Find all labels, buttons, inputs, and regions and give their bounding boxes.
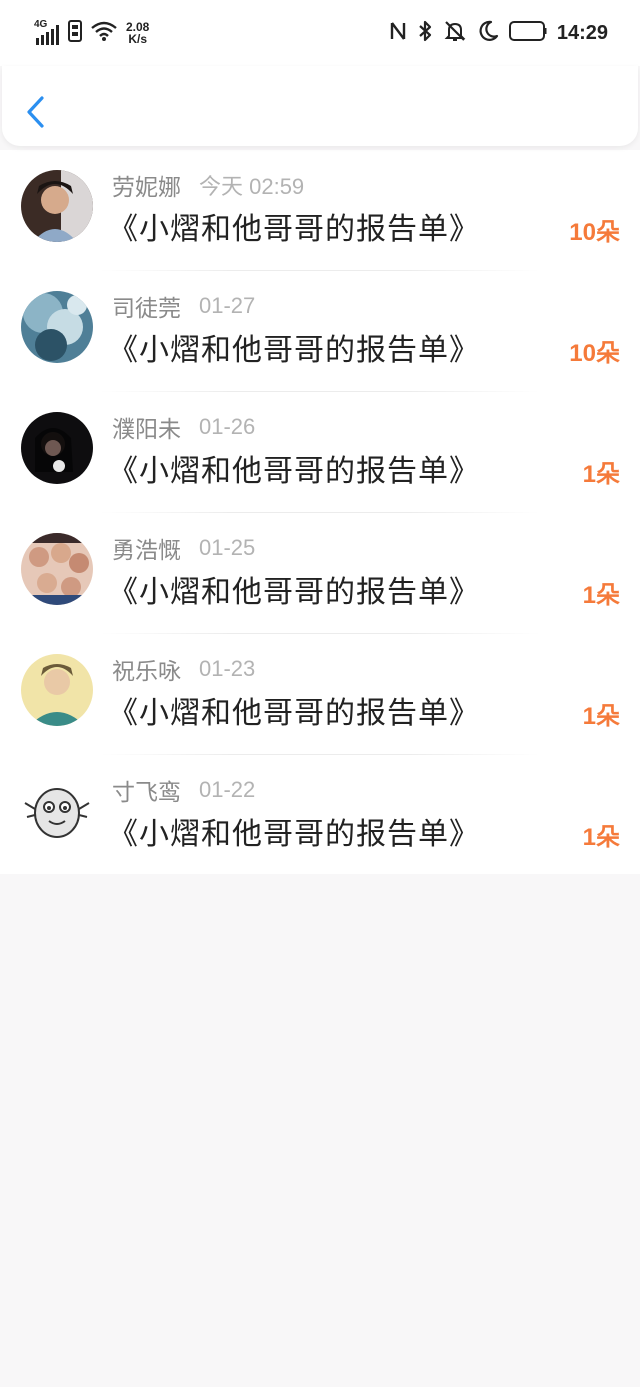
clock: 14:29 bbox=[556, 21, 608, 44]
flower-count: 1朵 bbox=[582, 461, 620, 488]
sender-name: 濮阳未 bbox=[112, 417, 181, 443]
book-title[interactable]: 《小熠和他哥哥的报告单》 bbox=[108, 688, 480, 732]
signal-icon: 4G bbox=[34, 20, 60, 46]
net-speed-unit: K/s bbox=[128, 32, 148, 46]
item-meta: 勇浩慨 01-25 bbox=[112, 532, 255, 564]
list-item[interactable]: 勇浩慨 01-25 《小熠和他哥哥的报告单》 1朵 bbox=[0, 513, 640, 634]
gift-list: 劳妮娜 今天 02:59 《小熠和他哥哥的报告单》 10朵 司徒莞 01-27 … bbox=[0, 150, 640, 874]
avatar[interactable] bbox=[21, 654, 93, 726]
book-title[interactable]: 《小熠和他哥哥的报告单》 bbox=[108, 446, 480, 490]
list-item[interactable]: 司徒莞 01-27 《小熠和他哥哥的报告单》 10朵 bbox=[0, 271, 640, 392]
avatar[interactable] bbox=[21, 412, 93, 484]
list-item[interactable]: 劳妮娜 今天 02:59 《小熠和他哥哥的报告单》 10朵 bbox=[0, 150, 640, 271]
status-right: 14:29 bbox=[389, 18, 608, 48]
flower-count: 1朵 bbox=[582, 582, 620, 609]
sender-name: 司徒莞 bbox=[112, 296, 181, 322]
list-item[interactable]: 濮阳未 01-26 《小熠和他哥哥的报告单》 1朵 bbox=[0, 392, 640, 513]
moon-icon bbox=[477, 20, 499, 46]
item-meta: 寸飞鸾 01-22 bbox=[112, 774, 255, 806]
flower-count: 1朵 bbox=[582, 824, 620, 851]
back-button[interactable] bbox=[22, 94, 50, 130]
sender-name: 寸飞鸾 bbox=[112, 780, 181, 806]
mute-icon bbox=[443, 19, 467, 47]
flower-count: 10朵 bbox=[569, 219, 620, 246]
battery-icon bbox=[508, 20, 547, 46]
nav-header bbox=[2, 66, 638, 146]
book-title[interactable]: 《小熠和他哥哥的报告单》 bbox=[108, 325, 480, 369]
send-date: 今天 02:59 bbox=[199, 174, 305, 199]
status-left: 4G 2.08 K/s bbox=[34, 18, 149, 48]
item-meta: 祝乐咏 01-23 bbox=[112, 653, 255, 685]
flower-count: 10朵 bbox=[569, 340, 620, 367]
avatar[interactable] bbox=[21, 170, 93, 242]
sender-name: 劳妮娜 bbox=[112, 175, 181, 201]
book-title[interactable]: 《小熠和他哥哥的报告单》 bbox=[108, 809, 480, 853]
status-bar: 4G 2.08 K/s 14:29 bbox=[0, 0, 640, 66]
nfc-icon bbox=[389, 20, 407, 46]
item-meta: 濮阳未 01-26 bbox=[112, 411, 255, 443]
sender-name: 祝乐咏 bbox=[112, 659, 181, 685]
book-title[interactable]: 《小熠和他哥哥的报告单》 bbox=[108, 204, 480, 248]
avatar[interactable] bbox=[21, 533, 93, 605]
avatar[interactable] bbox=[21, 775, 93, 847]
send-date: 01-22 bbox=[199, 777, 256, 802]
list-item[interactable]: 祝乐咏 01-23 《小熠和他哥哥的报告单》 1朵 bbox=[0, 634, 640, 755]
sender-name: 勇浩慨 bbox=[112, 538, 181, 564]
send-date: 01-27 bbox=[199, 293, 256, 318]
send-date: 01-25 bbox=[199, 535, 256, 560]
flower-count: 1朵 bbox=[582, 703, 620, 730]
send-date: 01-23 bbox=[199, 656, 256, 681]
book-title[interactable]: 《小熠和他哥哥的报告单》 bbox=[108, 567, 480, 611]
item-meta: 劳妮娜 今天 02:59 bbox=[112, 169, 304, 201]
net-speed: 2.08 K/s bbox=[126, 21, 149, 45]
send-date: 01-26 bbox=[199, 414, 256, 439]
bluetooth-icon bbox=[417, 19, 433, 47]
item-meta: 司徒莞 01-27 bbox=[112, 290, 255, 322]
avatar[interactable] bbox=[21, 291, 93, 363]
wifi-icon bbox=[90, 20, 118, 46]
list-item[interactable]: 寸飞鸾 01-22 《小熠和他哥哥的报告单》 1朵 bbox=[0, 755, 640, 876]
sim-icon bbox=[68, 20, 82, 46]
chevron-left-icon bbox=[22, 96, 50, 134]
